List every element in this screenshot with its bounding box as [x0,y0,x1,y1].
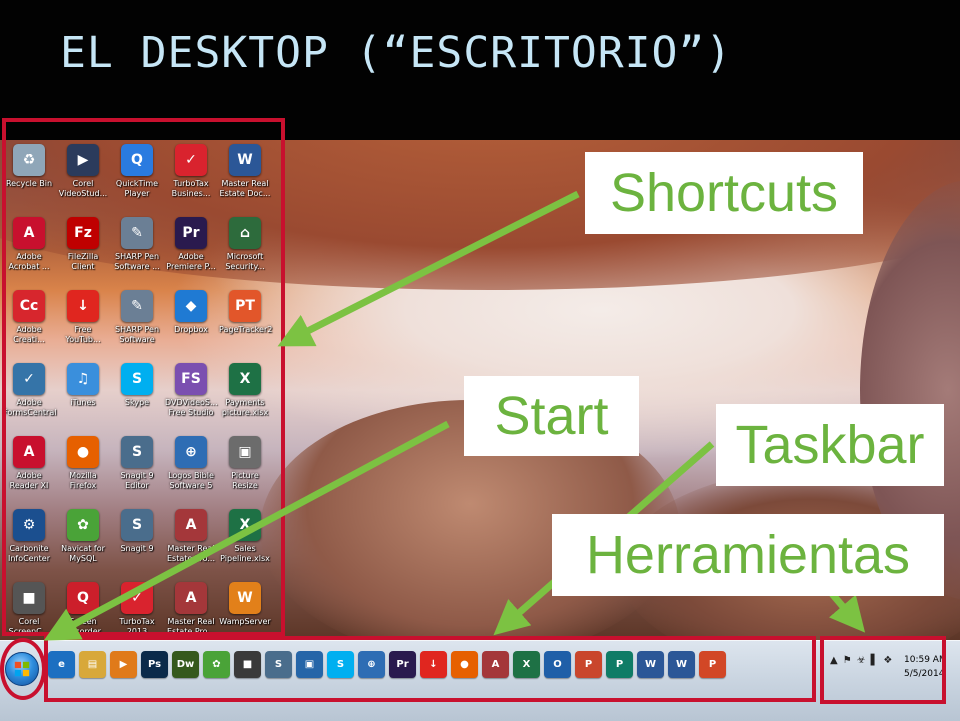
taskbar-highlight-box [44,636,816,702]
shortcuts-highlight-box [2,118,285,636]
callout-herramientas: Herramientas [552,514,944,596]
callout-shortcuts: Shortcuts [585,152,863,234]
tray-highlight-box [820,636,946,704]
start-highlight-circle [0,638,46,700]
callout-start: Start [464,376,639,456]
slide-title: EL DESKTOP (“ESCRITORIO”) [60,28,733,78]
callout-taskbar: Taskbar [716,404,944,486]
